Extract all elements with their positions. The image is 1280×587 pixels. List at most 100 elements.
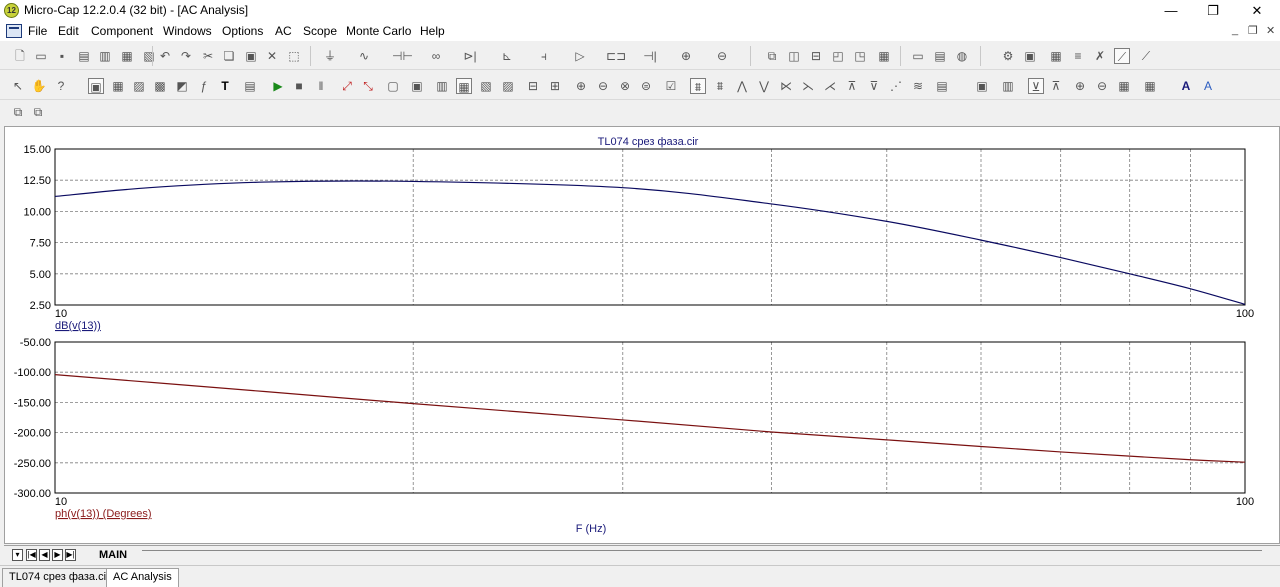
redo-icon[interactable]: ↷ <box>178 48 194 64</box>
cursor-icon[interactable]: ▦ <box>110 78 126 94</box>
send-back-icon[interactable]: ⧉ <box>30 104 46 120</box>
font-icon[interactable]: A <box>1178 78 1194 94</box>
zoom-in-icon[interactable]: ⊕ <box>573 78 589 94</box>
tools-icon[interactable]: ✗ <box>1092 48 1108 64</box>
group-icon[interactable]: ▦ <box>1142 78 1158 94</box>
calculator-icon[interactable]: ▦ <box>876 48 892 64</box>
pause-icon[interactable]: ‖ <box>313 78 329 94</box>
clipboard-icon[interactable]: ▤ <box>934 78 950 94</box>
tag-icon[interactable]: ▨ <box>131 78 147 94</box>
tab-next-icon[interactable]: ▶ <box>52 549 63 561</box>
zoom-reset-icon[interactable]: ⊗ <box>617 78 633 94</box>
inflection-icon[interactable]: ⋉ <box>778 78 794 94</box>
magnify-icon[interactable]: ⊕ <box>1072 78 1088 94</box>
help-icon[interactable]: ? <box>53 78 69 94</box>
tab-prev-icon[interactable]: ◀ <box>39 549 50 561</box>
doc-tab-ac-analysis[interactable]: AC Analysis <box>106 568 179 587</box>
bottom-icon[interactable]: ⊽ <box>866 78 882 94</box>
printer-icon[interactable]: ▥ <box>1000 78 1016 94</box>
mosfet-icon[interactable]: ⫞ <box>536 48 552 64</box>
menu-help[interactable]: Help <box>420 24 445 38</box>
close-icon[interactable]: ✕ <box>1234 0 1280 21</box>
mdi-close-icon[interactable]: ✕ <box>1266 24 1275 37</box>
performance-icon[interactable]: ⟋ <box>1138 48 1154 64</box>
component-editor-icon[interactable]: ▤ <box>932 48 948 64</box>
ac-analysis-plot[interactable]: TL074 срез фаза.cir 15.00 12.50 10.00 7.50 5… <box>5 127 1279 543</box>
switch-icon[interactable]: ⊏⊐ <box>606 48 626 64</box>
resistor-icon[interactable]: ∿ <box>356 48 372 64</box>
global-high-icon[interactable]: ⋋ <box>800 78 816 94</box>
properties-icon[interactable]: ▦ <box>119 48 135 64</box>
analysis-plot-icon[interactable]: ⟋ <box>1114 48 1130 64</box>
peak-icon[interactable]: ⩩ <box>690 78 706 94</box>
cut-icon[interactable]: ✂ <box>200 48 216 64</box>
vertical-axis-icon[interactable]: ⊞ <box>547 78 563 94</box>
select-all-icon[interactable]: ⬚ <box>286 48 302 64</box>
open-file-icon[interactable]: ▭ <box>33 48 49 64</box>
tab-menu-icon[interactable]: ▾ <box>12 549 23 561</box>
cut-file-icon[interactable]: ▧ <box>141 48 157 64</box>
next-point-icon[interactable]: ≋ <box>910 78 926 94</box>
zoom-out-icon[interactable]: ⊖ <box>595 78 611 94</box>
select-arrow-icon[interactable]: ↖ <box>10 78 26 94</box>
save-icon[interactable]: ▪ <box>54 48 70 64</box>
graphics-icon[interactable]: ▤ <box>242 78 258 94</box>
high-icon[interactable]: ⋀ <box>734 78 750 94</box>
horizontal-tag-icon[interactable]: ◩ <box>174 78 190 94</box>
globe-icon[interactable]: ◍ <box>954 48 970 64</box>
pan-hand-icon[interactable]: ✋ <box>31 78 47 94</box>
split-window-icon[interactable]: ◳ <box>852 48 868 64</box>
ground-icon[interactable]: ⏚ <box>322 48 338 64</box>
same-y-scales-icon[interactable]: ⊻ <box>1028 78 1044 94</box>
menu-monte-carlo[interactable]: Monte Carlo <box>346 24 411 38</box>
horizontal-axis-icon[interactable]: ⊟ <box>525 78 541 94</box>
transistor-icon[interactable]: ⊾ <box>499 48 515 64</box>
mdi-minimize-icon[interactable]: _ <box>1232 24 1238 36</box>
grid-icon[interactable]: ▥ <box>434 78 450 94</box>
color-icon[interactable]: A <box>1200 78 1216 94</box>
menu-scope[interactable]: Scope <box>303 24 337 38</box>
top-icon[interactable]: ⊼ <box>844 78 860 94</box>
print-preview-icon[interactable]: ▤ <box>76 48 92 64</box>
tab-last-icon[interactable]: ▶| <box>65 549 76 561</box>
performance-tag-icon[interactable]: ƒ <box>196 78 212 94</box>
delete-icon[interactable]: ✕ <box>264 48 280 64</box>
tab-first-icon[interactable]: |◀ <box>26 549 37 561</box>
document-icon[interactable] <box>6 24 22 38</box>
enlarge-icon[interactable]: ▦ <box>1116 78 1132 94</box>
inductor-icon[interactable]: ∞ <box>428 48 444 64</box>
zoom-region-icon[interactable]: ⤢ <box>339 78 355 94</box>
doc-tab-circuit[interactable]: TL074 срез фаза.cir <box>2 568 117 587</box>
page-icon[interactable]: ▭ <box>910 48 926 64</box>
slope-icon[interactable]: ⋰ <box>888 78 904 94</box>
copy-icon[interactable]: ❏ <box>221 48 237 64</box>
properties-window-icon[interactable]: ▣ <box>1022 48 1038 64</box>
bring-front-icon[interactable]: ⧉ <box>10 104 26 120</box>
shrink-icon[interactable]: ⊖ <box>1094 78 1110 94</box>
diode-icon[interactable]: ⊳| <box>462 48 478 64</box>
animate-icon[interactable]: ⊼ <box>1048 78 1064 94</box>
menu-component[interactable]: Component <box>91 24 153 38</box>
scale-icon[interactable]: ▣ <box>88 78 104 94</box>
undo-icon[interactable]: ↶ <box>157 48 173 64</box>
stop-icon[interactable]: ■ <box>291 78 307 94</box>
battery-icon[interactable]: ⊣| <box>642 48 658 64</box>
parameter-icon[interactable]: ▦ <box>1048 48 1064 64</box>
text-icon[interactable]: T <box>217 78 233 94</box>
menu-ac[interactable]: AC <box>275 24 292 38</box>
menu-options[interactable]: Options <box>222 24 263 38</box>
print-icon[interactable]: ▥ <box>97 48 113 64</box>
menu-edit[interactable]: Edit <box>58 24 79 38</box>
cascade-windows-icon[interactable]: ⧉ <box>764 48 780 64</box>
check-icon[interactable]: ☑ <box>663 78 679 94</box>
tokens-icon[interactable]: ▣ <box>409 78 425 94</box>
data-points-icon[interactable]: ▢ <box>385 78 401 94</box>
source-icon[interactable]: ⊕ <box>678 48 694 64</box>
baseline-icon[interactable]: ▨ <box>500 78 516 94</box>
new-file-icon[interactable]: 🗋 <box>12 48 28 64</box>
tile-vertical-icon[interactable]: ◫ <box>786 48 802 64</box>
tile-horizontal-icon[interactable]: ⊟ <box>808 48 824 64</box>
plot-panel[interactable]: TL074 срез фаза.cir 15.00 12.50 10.00 7.50 5… <box>4 126 1280 544</box>
low-icon[interactable]: ⋁ <box>756 78 772 94</box>
zoom-box-icon[interactable]: ⊜ <box>638 78 654 94</box>
